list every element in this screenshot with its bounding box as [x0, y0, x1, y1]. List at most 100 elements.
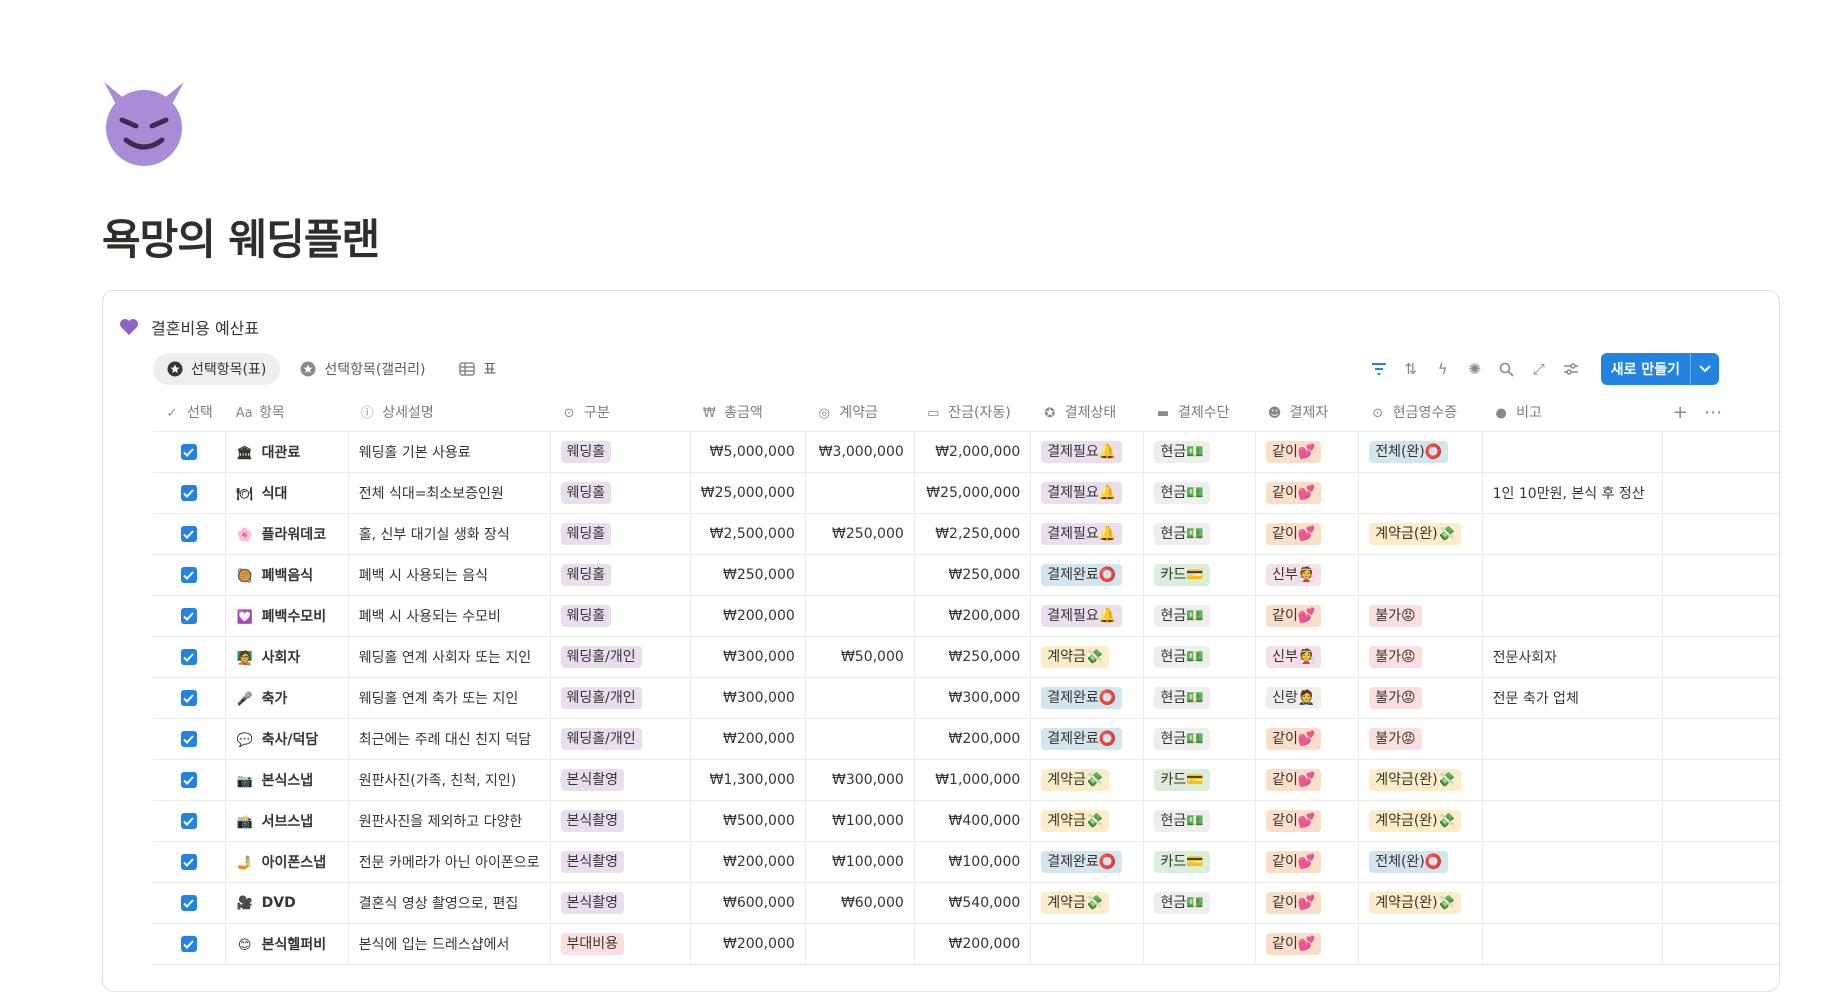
database-title[interactable]: 결혼비용 예산표: [151, 315, 259, 339]
column-header[interactable]: ▭ 잔금(자동): [914, 393, 1031, 432]
payment-status-cell[interactable]: 계약금💸: [1030, 759, 1145, 801]
payment-status-cell[interactable]: 결제완료⭕: [1030, 554, 1145, 596]
payer-cell[interactable]: 같이💕: [1255, 841, 1360, 883]
balance-cell[interactable]: ₩100,000: [914, 841, 1032, 883]
cash-receipt-cell[interactable]: [1358, 472, 1483, 514]
item-name-cell[interactable]: 💬 축사/덕담: [225, 718, 349, 760]
deposit-cell[interactable]: [805, 554, 915, 596]
note-cell[interactable]: [1482, 923, 1664, 965]
deposit-cell[interactable]: ₩60,000: [805, 882, 915, 924]
note-cell[interactable]: 전문 축가 업체: [1482, 677, 1664, 719]
payment-status-cell[interactable]: 결제필요🔔: [1030, 595, 1145, 637]
payment-method-cell[interactable]: 현금💵: [1143, 513, 1257, 555]
checkbox[interactable]: [180, 567, 197, 583]
deposit-cell[interactable]: [805, 472, 915, 514]
checkbox[interactable]: [180, 731, 197, 747]
payment-method-cell[interactable]: 현금💵: [1143, 718, 1257, 760]
item-name-cell[interactable]: 📸 서브스냅: [225, 800, 349, 842]
balance-cell[interactable]: ₩200,000: [914, 718, 1032, 760]
tab-plain-table[interactable]: 표: [445, 353, 510, 385]
payment-status-cell[interactable]: 계약금💸: [1030, 800, 1145, 842]
column-header[interactable]: ✓ 선택: [153, 393, 226, 432]
detail-cell[interactable]: 결혼식 영상 촬영으로, 편집: [348, 882, 551, 924]
checkbox[interactable]: [180, 813, 197, 829]
table-row[interactable]: 🧑‍🏫 사회자 웨딩홀 연계 사회자 또는 지인 웨딩홀/개인 ₩300,000 ₩50,…: [153, 636, 1779, 678]
deposit-cell[interactable]: ₩250,000: [805, 513, 915, 555]
payment-status-cell[interactable]: 결제필요🔔: [1030, 472, 1145, 514]
detail-cell[interactable]: 웨딩홀 연계 사회자 또는 지인: [348, 636, 551, 678]
payment-status-cell[interactable]: 결제완료⭕: [1030, 841, 1145, 883]
checkbox[interactable]: [180, 895, 197, 911]
payer-cell[interactable]: 같이💕: [1255, 923, 1360, 965]
payment-status-cell[interactable]: 결제완료⭕: [1030, 677, 1145, 719]
deposit-cell[interactable]: [805, 595, 915, 637]
search-icon[interactable]: [1497, 359, 1517, 379]
payer-cell[interactable]: 같이💕: [1255, 718, 1360, 760]
payment-status-cell[interactable]: 계약금💸: [1030, 882, 1145, 924]
payer-cell[interactable]: 신랑🤵: [1255, 677, 1360, 719]
note-cell[interactable]: [1482, 431, 1664, 473]
item-name-cell[interactable]: 🤳 아이폰스냅: [225, 841, 349, 883]
new-button[interactable]: 새로 만들기: [1600, 353, 1719, 385]
total-cell[interactable]: ₩25,000,000: [690, 472, 806, 514]
table-row[interactable]: 💬 축사/덕담 최근에는 주례 대신 친지 덕담 웨딩홀/개인 ₩200,000 ₩200…: [153, 718, 1779, 760]
category-cell[interactable]: 부대비용: [550, 923, 691, 965]
note-cell[interactable]: [1482, 718, 1664, 760]
payment-status-cell[interactable]: 결제필요🔔: [1030, 431, 1145, 473]
detail-cell[interactable]: 최근에는 주례 대신 친지 덕담: [348, 718, 551, 760]
payment-method-cell[interactable]: 카드💳: [1143, 841, 1257, 883]
category-cell[interactable]: 웨딩홀: [550, 554, 691, 596]
payer-cell[interactable]: 신부👰: [1255, 636, 1360, 678]
table-row[interactable]: 🍽 식대 전체 식대=최소보증인원 웨딩홀 ₩25,000,000 ₩25,000,000…: [153, 472, 1779, 514]
checkbox[interactable]: [180, 690, 197, 706]
balance-cell[interactable]: ₩250,000: [914, 554, 1032, 596]
balance-cell[interactable]: ₩1,000,000: [914, 759, 1032, 801]
balance-cell[interactable]: ₩2,000,000: [914, 431, 1032, 473]
payer-cell[interactable]: 같이💕: [1255, 472, 1360, 514]
plus-icon[interactable]: +: [1673, 402, 1688, 423]
detail-cell[interactable]: 폐백 시 사용되는 음식: [348, 554, 551, 596]
balance-cell[interactable]: ₩400,000: [914, 800, 1032, 842]
tab-gallery-view[interactable]: 선택항목(갤러리): [286, 353, 439, 385]
payer-cell[interactable]: 같이💕: [1255, 513, 1360, 555]
checkbox[interactable]: [180, 936, 197, 952]
checkbox[interactable]: [180, 485, 197, 501]
total-cell[interactable]: ₩200,000: [690, 923, 806, 965]
deposit-cell[interactable]: [805, 718, 915, 760]
item-name-cell[interactable]: 😊 본식헬퍼비: [225, 923, 349, 965]
detail-cell[interactable]: 전체 식대=최소보증인원: [348, 472, 551, 514]
payment-status-cell[interactable]: 결제필요🔔: [1030, 513, 1145, 555]
payment-method-cell[interactable]: [1143, 923, 1257, 965]
item-name-cell[interactable]: 🏛 대관료: [225, 431, 349, 473]
checkbox[interactable]: [180, 772, 197, 788]
chevron-down-icon[interactable]: [1690, 353, 1719, 385]
table-row[interactable]: 🤳 아이폰스냅 전문 카메라가 아닌 아이폰으로 본식촬영 ₩200,000 ₩100,0…: [153, 841, 1779, 883]
total-cell[interactable]: ₩2,500,000: [690, 513, 806, 555]
cash-receipt-cell[interactable]: [1358, 554, 1483, 596]
item-name-cell[interactable]: 🎤 축가: [225, 677, 349, 719]
cash-receipt-cell[interactable]: [1358, 923, 1483, 965]
note-cell[interactable]: 1인 10만원, 본식 후 정산: [1482, 472, 1664, 514]
payment-method-cell[interactable]: 현금💵: [1143, 636, 1257, 678]
balance-cell[interactable]: ₩2,250,000: [914, 513, 1032, 555]
checkbox[interactable]: [180, 649, 197, 665]
detail-cell[interactable]: 웨딩홀 기본 사용료: [348, 431, 551, 473]
detail-cell[interactable]: 웨딩홀 연계 축가 또는 지인: [348, 677, 551, 719]
balance-cell[interactable]: ₩25,000,000: [914, 472, 1032, 514]
total-cell[interactable]: ₩500,000: [690, 800, 806, 842]
total-cell[interactable]: ₩200,000: [690, 718, 806, 760]
column-header[interactable]: ☻ 결제자: [1255, 393, 1359, 432]
cash-receipt-cell[interactable]: 불가😡: [1358, 595, 1483, 637]
note-cell[interactable]: [1482, 595, 1664, 637]
cash-receipt-cell[interactable]: 불가😡: [1358, 677, 1483, 719]
category-cell[interactable]: 본식촬영: [550, 841, 691, 883]
detail-cell[interactable]: 폐백 시 사용되는 수모비: [348, 595, 551, 637]
loading-icon[interactable]: ✺: [1465, 359, 1485, 379]
settings-icon[interactable]: [1561, 359, 1581, 379]
payer-cell[interactable]: 같이💕: [1255, 800, 1360, 842]
detail-cell[interactable]: 원판사진(가족, 친척, 지인): [348, 759, 551, 801]
balance-cell[interactable]: ₩200,000: [914, 923, 1032, 965]
cash-receipt-cell[interactable]: 계약금(완)💸: [1358, 882, 1483, 924]
category-cell[interactable]: 본식촬영: [550, 759, 691, 801]
payer-cell[interactable]: 같이💕: [1255, 595, 1360, 637]
